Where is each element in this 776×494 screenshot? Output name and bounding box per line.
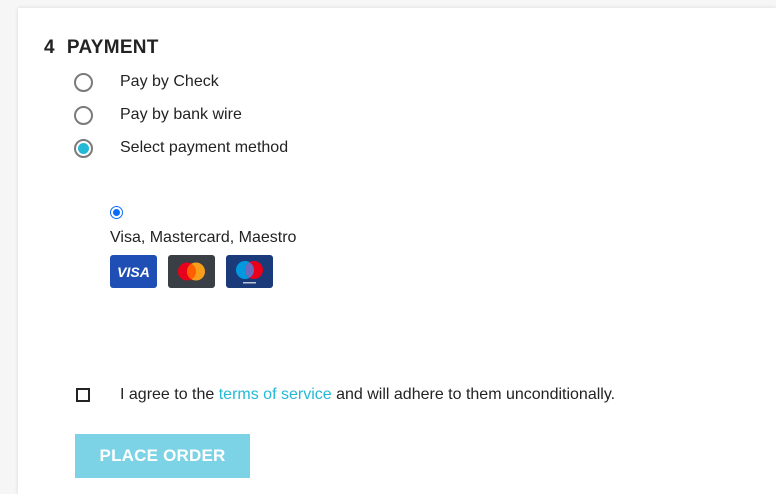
payment-option-bank-wire[interactable]: Pay by bank wire — [74, 103, 242, 127]
terms-suffix: and will adhere to them unconditionally. — [331, 386, 616, 403]
payment-option-label: Pay by bank wire — [120, 106, 242, 123]
radio-button[interactable] — [74, 72, 93, 92]
mastercard-icon — [168, 255, 215, 288]
terms-of-service-link[interactable]: terms of service — [219, 386, 332, 403]
card-method-label: Visa, Mastercard, Maestro — [110, 229, 297, 246]
terms-prefix: I agree to the — [120, 386, 219, 403]
radio-button-selected[interactable] — [74, 138, 93, 158]
terms-checkbox[interactable] — [76, 388, 90, 402]
payment-option-label: Pay by Check — [120, 73, 219, 90]
step-number: 4 — [44, 37, 55, 58]
maestro-icon — [226, 255, 273, 288]
card-logos: VISA — [110, 255, 273, 288]
step-label: PAYMENT — [66, 37, 159, 58]
terms-agreement: I agree to the terms of service and will… — [76, 386, 615, 404]
visa-icon: VISA — [110, 255, 157, 288]
visa-text: VISA — [117, 263, 150, 280]
place-order-button[interactable]: PLACE ORDER — [75, 434, 250, 478]
card-method-radio[interactable] — [110, 206, 123, 219]
payment-section: 4 PAYMENT Pay by Check Pay by bank wire S… — [18, 8, 776, 494]
payment-option-select-method[interactable]: Select payment method — [74, 136, 288, 160]
payment-option-check[interactable]: Pay by Check — [74, 70, 219, 94]
radio-button[interactable] — [74, 105, 93, 125]
step-title: 4 PAYMENT — [44, 37, 159, 59]
terms-text: I agree to the terms of service and will… — [120, 386, 615, 404]
payment-option-label: Select payment method — [120, 139, 289, 156]
